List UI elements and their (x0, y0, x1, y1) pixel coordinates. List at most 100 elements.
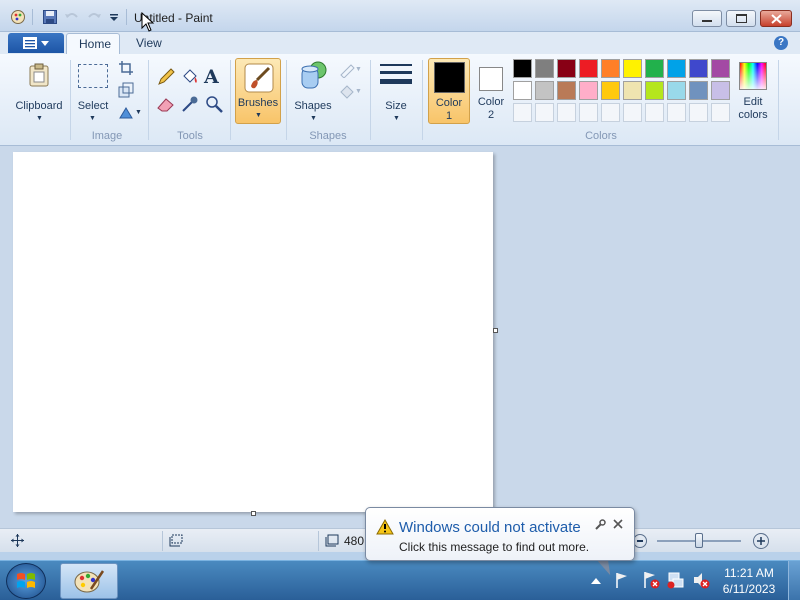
select-button[interactable]: Select ▼ (74, 58, 114, 126)
close-icon[interactable] (613, 519, 623, 529)
tab-view[interactable]: View (124, 33, 174, 54)
zoom-out-button[interactable] (633, 534, 647, 548)
magnifier-icon[interactable] (204, 94, 224, 114)
fill-icon[interactable] (338, 84, 356, 100)
color2-button[interactable]: Color 2 (472, 58, 508, 124)
color1-button[interactable]: Color 1 (428, 58, 470, 124)
resize-handle-bottom[interactable] (251, 511, 256, 516)
mouse-cursor-icon (141, 12, 155, 32)
palette-custom-slot[interactable] (513, 103, 532, 122)
palette-swatch[interactable] (513, 59, 532, 78)
crop-icon[interactable] (118, 60, 134, 76)
palette-custom-slot[interactable] (645, 103, 664, 122)
palette-swatch[interactable] (689, 81, 708, 100)
palette-swatch[interactable] (557, 81, 576, 100)
palette-custom-slot[interactable] (535, 103, 554, 122)
palette-swatch[interactable] (557, 59, 576, 78)
zoom-slider-thumb[interactable] (695, 533, 703, 548)
action-center-icon[interactable] (642, 571, 660, 589)
qat-customize-icon[interactable] (106, 9, 122, 25)
clipboard-button[interactable]: Clipboard ▼ (12, 58, 66, 126)
select-label: Select (77, 100, 109, 112)
palette-custom-slot[interactable] (711, 103, 730, 122)
palette-custom-slot[interactable] (601, 103, 620, 122)
palette-custom-slot[interactable] (667, 103, 686, 122)
size-button[interactable]: Size ▼ (374, 58, 418, 126)
palette-swatch[interactable] (579, 59, 598, 78)
color-picker-icon[interactable] (180, 94, 200, 114)
paint-app-icon[interactable] (10, 9, 26, 25)
network-icon[interactable] (667, 571, 685, 589)
action-center-flag-icon[interactable] (614, 571, 630, 589)
palette-swatch[interactable] (645, 59, 664, 78)
palette-swatch[interactable] (667, 81, 686, 100)
save-icon[interactable] (42, 9, 58, 25)
palette-custom-slot[interactable] (579, 103, 598, 122)
palette-swatch[interactable] (667, 59, 686, 78)
maximize-button[interactable] (726, 10, 756, 27)
volume-muted-icon[interactable] (692, 571, 710, 589)
chevron-down-icon: ▼ (310, 115, 317, 122)
palette-swatch[interactable] (601, 81, 620, 100)
group-separator (70, 60, 71, 140)
chevron-down-icon: ▼ (355, 66, 362, 73)
palette-swatch[interactable] (513, 81, 532, 100)
clock-time: 11:21 AM (724, 566, 774, 580)
group-separator (778, 60, 779, 140)
resize-icon[interactable] (118, 82, 134, 98)
palette-swatch[interactable] (601, 59, 620, 78)
pencil-icon[interactable] (156, 67, 176, 87)
start-button[interactable] (6, 563, 46, 599)
palette-swatch[interactable] (711, 59, 730, 78)
brushes-button[interactable]: Brushes ▼ (235, 58, 281, 124)
wrench-icon[interactable] (594, 519, 606, 531)
show-desktop-button[interactable] (788, 561, 800, 600)
notification-message: Click this message to find out more. (399, 540, 590, 554)
activation-notification[interactable]: Windows could not activate Click this me… (365, 507, 635, 561)
resize-handle-right[interactable] (493, 328, 498, 333)
chevron-down-icon: ▼ (355, 88, 362, 95)
palette-swatch[interactable] (535, 81, 554, 100)
palette-custom-slot[interactable] (689, 103, 708, 122)
close-icon (771, 14, 782, 24)
rotate-icon[interactable] (118, 104, 134, 120)
palette-swatch[interactable] (645, 81, 664, 100)
edit-colors-label-line1: Edit (743, 96, 763, 108)
image-group-label: Image (91, 130, 123, 142)
fill-bucket-icon[interactable] (180, 67, 200, 87)
taskbar-clock[interactable]: 11:21 AM 6/11/2023 (712, 565, 786, 597)
taskbar-paint-app[interactable] (60, 563, 118, 599)
tab-home[interactable]: Home (66, 33, 120, 54)
zoom-in-button[interactable] (753, 533, 769, 549)
eraser-icon[interactable] (156, 94, 176, 114)
redo-icon[interactable] (86, 9, 102, 25)
undo-icon[interactable] (64, 9, 80, 25)
paint-menu-button[interactable] (8, 33, 64, 53)
text-tool-icon[interactable]: A (204, 66, 224, 88)
minimize-button[interactable] (692, 10, 722, 27)
palette-swatch[interactable] (623, 59, 642, 78)
palette-swatch[interactable] (689, 59, 708, 78)
show-hidden-icons-icon[interactable] (591, 576, 601, 584)
help-icon[interactable]: ? (774, 36, 788, 50)
color1-label-line1: Color (435, 97, 463, 109)
palette-custom-slot[interactable] (557, 103, 576, 122)
shapes-button[interactable]: Shapes ▼ (290, 58, 336, 126)
palette-swatch[interactable] (535, 59, 554, 78)
menu-icon (23, 37, 37, 49)
group-separator (286, 60, 287, 140)
palette-swatch[interactable] (579, 81, 598, 100)
canvas-workspace[interactable] (0, 146, 800, 528)
drawing-canvas[interactable] (13, 152, 493, 512)
ribbon-tab-row: Home View ? (0, 32, 800, 54)
palette-custom-slot[interactable] (623, 103, 642, 122)
close-button[interactable] (760, 10, 792, 27)
shapes-group-label: Shapes (309, 130, 347, 142)
edit-colors-button[interactable]: Edit colors (734, 58, 774, 124)
size-line-medium (380, 71, 412, 74)
chevron-down-icon: ▼ (36, 115, 43, 122)
brush-icon (244, 63, 274, 93)
palette-swatch[interactable] (711, 81, 730, 100)
outline-icon[interactable] (338, 62, 356, 78)
palette-swatch[interactable] (623, 81, 642, 100)
